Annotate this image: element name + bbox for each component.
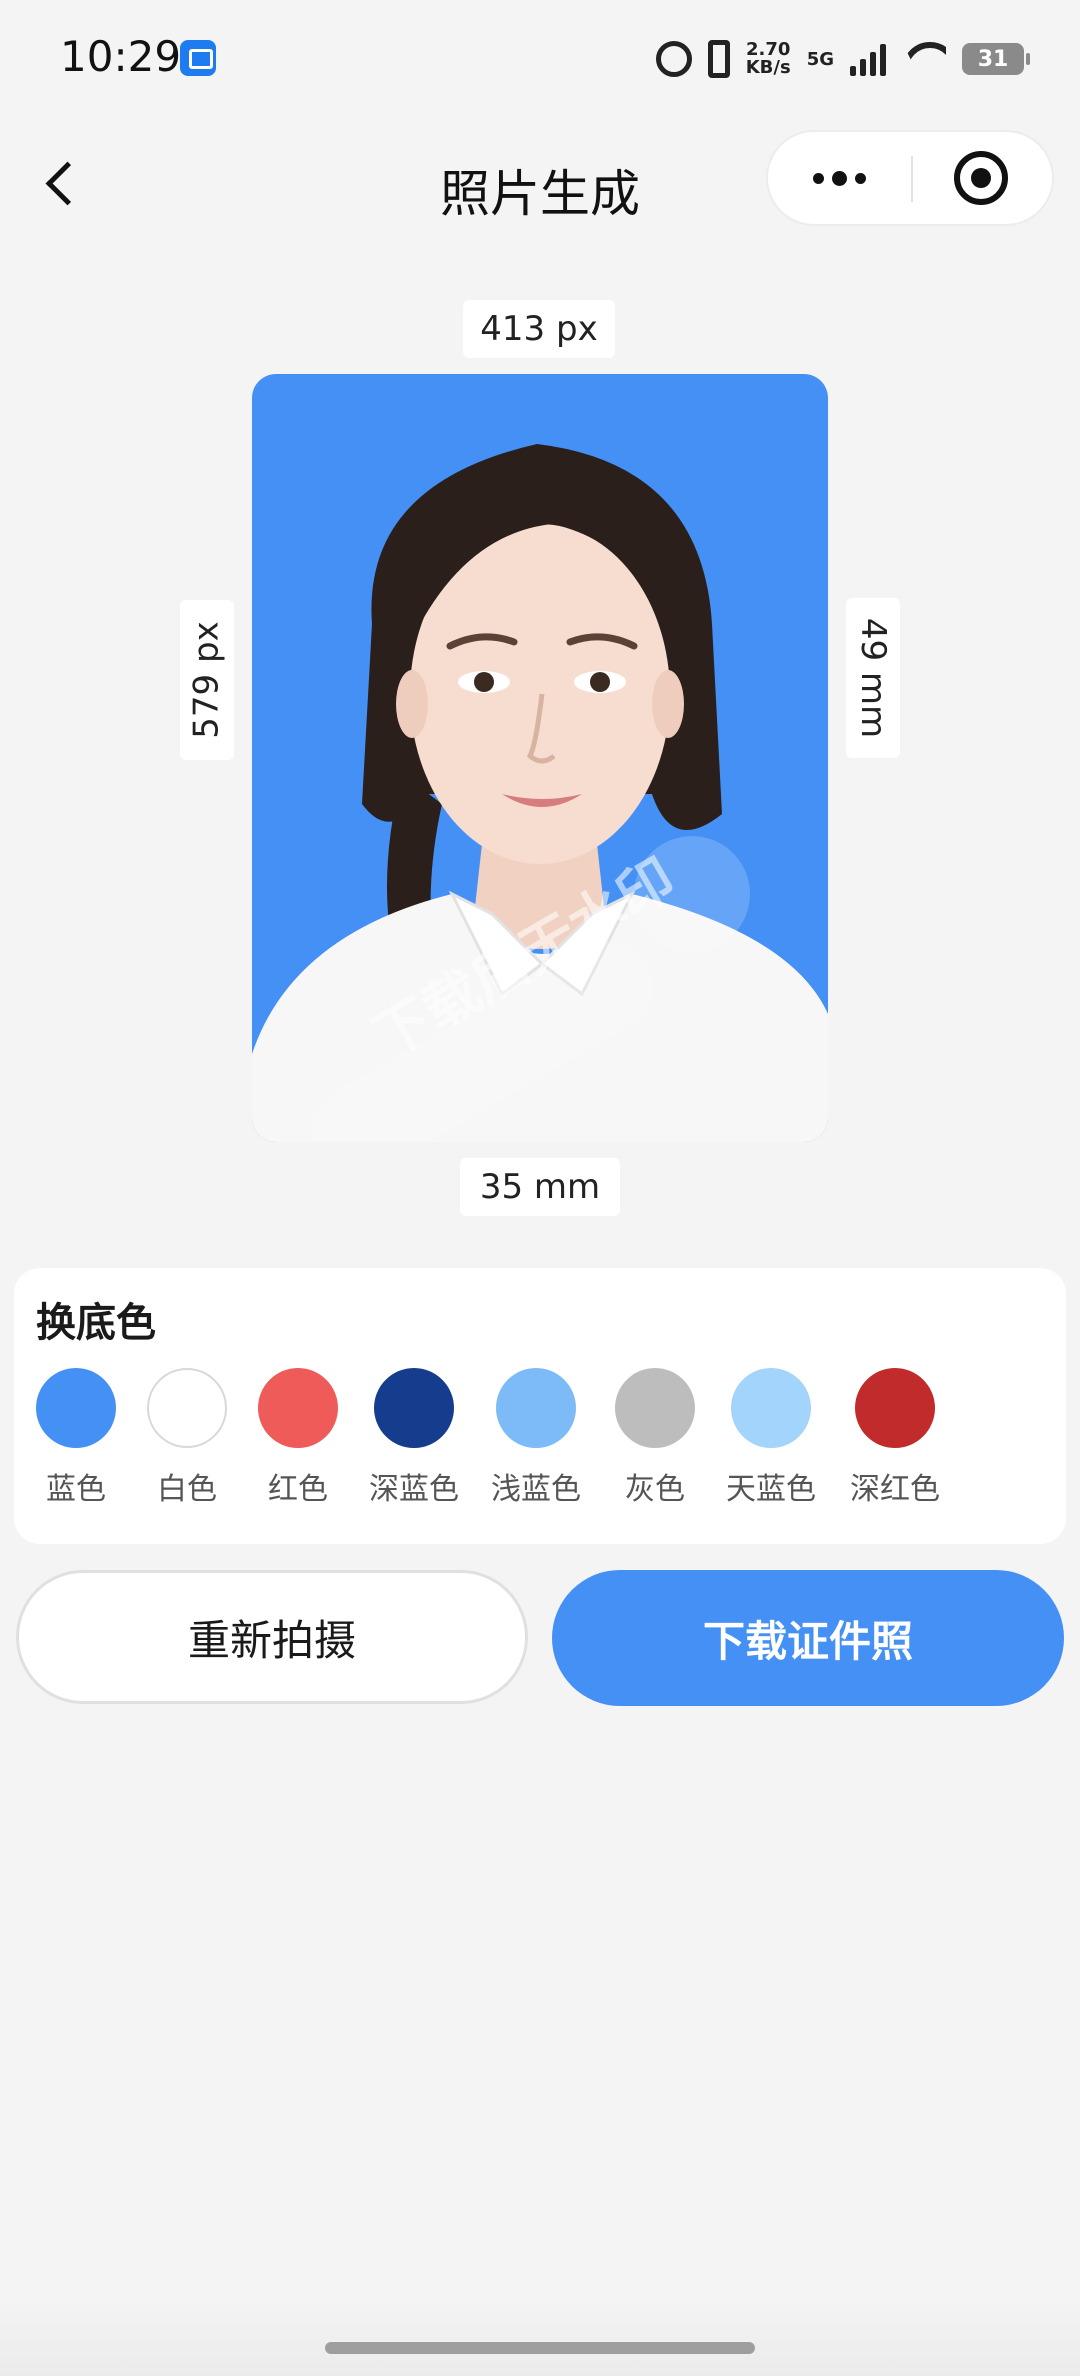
bottom-gesture-area xyxy=(0,2300,1080,2376)
swatch-label-light-blue: 浅蓝色 xyxy=(491,1472,581,1507)
swatch-label-gray: 灰色 xyxy=(625,1472,685,1507)
network-speed: 2.70 KB/s xyxy=(746,41,791,77)
download-photo-button[interactable]: 下载证件照 xyxy=(552,1570,1064,1706)
swatch-sky-blue[interactable] xyxy=(731,1368,811,1448)
home-indicator[interactable] xyxy=(325,2342,755,2354)
height-px-label: 579 px xyxy=(180,600,234,760)
height-mm-label: 49 mm xyxy=(846,598,900,758)
height-px-text: 579 px xyxy=(187,621,227,739)
swatch-label-sky-blue: 天蓝色 xyxy=(726,1472,816,1507)
battery-icon: 31 xyxy=(962,43,1030,75)
vibrate-icon xyxy=(707,40,730,78)
target-icon[interactable] xyxy=(909,132,1052,224)
network-type: 5G xyxy=(806,48,834,70)
retake-button[interactable]: 重新拍摄 xyxy=(16,1570,528,1704)
swatch-label-blue: 蓝色 xyxy=(46,1472,106,1507)
id-photo-preview: 下载后无水印 xyxy=(252,374,828,1142)
width-mm-label: 35 mm xyxy=(460,1158,620,1216)
swatch-label-white: 白色 xyxy=(157,1472,217,1507)
swatch-light-blue[interactable] xyxy=(496,1368,576,1448)
height-mm-text: 49 mm xyxy=(853,617,893,739)
swatch-white[interactable] xyxy=(147,1368,227,1448)
signal-icon xyxy=(850,42,886,76)
wifi-icon xyxy=(902,42,946,76)
alarm-icon xyxy=(655,41,692,77)
width-px-label: 413 px xyxy=(463,300,615,358)
swatch-gray[interactable] xyxy=(615,1368,695,1448)
miniprogram-capsule xyxy=(766,130,1054,226)
swatch-red[interactable] xyxy=(258,1368,338,1448)
swatch-dark-blue[interactable] xyxy=(374,1368,454,1448)
swatch-dark-red[interactable] xyxy=(855,1368,935,1448)
battery-level: 31 xyxy=(977,46,1009,72)
more-dots-icon[interactable] xyxy=(768,132,911,224)
panel-title: 换底色 xyxy=(36,1300,156,1346)
status-icons: 2.70 KB/s 5G 31 xyxy=(655,34,1030,84)
swatch-label-red: 红色 xyxy=(268,1472,328,1507)
status-time: 10:29 xyxy=(60,32,182,81)
background-color-panel: 换底色 蓝色 白色 红色 深蓝色 浅蓝色 灰色 天蓝色 深红色 xyxy=(14,1268,1066,1544)
nav-bar: 照片生成 xyxy=(0,120,1080,245)
status-bar: 10:29 2.70 KB/s 5G 31 xyxy=(0,0,1080,120)
network-speed-unit: KB/s xyxy=(745,57,791,78)
swatch-label-dark-red: 深红色 xyxy=(850,1472,940,1507)
swatch-blue[interactable] xyxy=(36,1368,116,1448)
app-icon xyxy=(180,40,216,76)
swatch-label-dark-blue: 深蓝色 xyxy=(369,1472,459,1507)
